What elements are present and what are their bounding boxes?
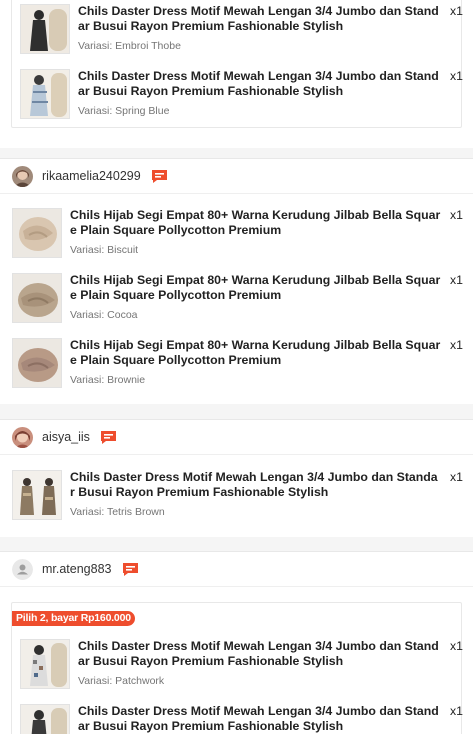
product-thumbnail (12, 470, 62, 520)
product-thumbnail (20, 69, 70, 119)
product-quantity: x1 (450, 273, 463, 287)
product-thumbnail (12, 273, 62, 323)
product-info: Chils Hijab Segi Empat 80+ Warna Kerudun… (62, 273, 441, 321)
seller-header[interactable]: rikaamelia240299 (0, 158, 473, 194)
seller-name: rikaamelia240299 (42, 169, 141, 183)
product-info: Chils Daster Dress Motif Mewah Lengan 3/… (70, 639, 441, 687)
product-info: Chils Hijab Segi Empat 80+ Warna Kerudun… (62, 338, 441, 386)
chat-icon[interactable] (100, 430, 117, 445)
seller-header[interactable]: aisya_iis (0, 419, 473, 455)
product-variant: Variasi: Spring Blue (78, 105, 170, 117)
product-thumbnail (20, 704, 70, 734)
product-thumbnail (20, 639, 70, 689)
product-quantity: x1 (450, 338, 463, 352)
product-variant: Variasi: Tetris Brown (70, 506, 165, 518)
product-title: Chils Daster Dress Motif Mewah Lengan 3/… (78, 4, 439, 33)
product-variant: Variasi: Brownie (70, 374, 146, 386)
order-group-3: Pilih 2, bayar Rp160.000 Chils Daster Dr… (0, 587, 473, 734)
product-item[interactable]: Chils Hijab Segi Empat 80+ Warna Kerudun… (12, 208, 463, 258)
product-variant: Variasi: Patchwork (78, 675, 165, 687)
product-title: Chils Hijab Segi Empat 80+ Warna Kerudun… (70, 338, 441, 367)
product-quantity: x1 (450, 704, 463, 718)
product-info: Chils Daster Dress Motif Mewah Lengan 3/… (70, 704, 441, 734)
product-info: Chils Daster Dress Motif Mewah Lengan 3/… (70, 69, 441, 117)
product-quantity: x1 (450, 208, 463, 222)
product-quantity: x1 (450, 69, 463, 83)
product-item[interactable]: Chils Hijab Segi Empat 80+ Warna Kerudun… (12, 273, 463, 323)
order-group-0: Chils Daster Dress Motif Mewah Lengan 3/… (0, 0, 473, 148)
product-title: Chils Daster Dress Motif Mewah Lengan 3/… (78, 639, 439, 668)
seller-avatar (12, 165, 33, 187)
product-item[interactable]: Chils Daster Dress Motif Mewah Lengan 3/… (20, 704, 463, 734)
seller-avatar (12, 426, 33, 448)
bundle-box: Chils Daster Dress Motif Mewah Lengan 3/… (11, 0, 463, 128)
product-info: Chils Daster Dress Motif Mewah Lengan 3/… (62, 470, 441, 518)
seller-name: aisya_iis (42, 430, 90, 444)
product-title: Chils Hijab Segi Empat 80+ Warna Kerudun… (70, 273, 441, 302)
product-title: Chils Daster Dress Motif Mewah Lengan 3/… (70, 470, 438, 499)
seller-header[interactable]: mr.ateng883 (0, 551, 473, 587)
product-quantity: x1 (450, 470, 463, 484)
promo-badge: Pilih 2, bayar Rp160.000 (12, 611, 135, 626)
seller-name: mr.ateng883 (42, 562, 112, 576)
product-item[interactable]: Chils Daster Dress Motif Mewah Lengan 3/… (20, 4, 463, 54)
product-title: Chils Hijab Segi Empat 80+ Warna Kerudun… (70, 208, 441, 237)
product-quantity: x1 (450, 4, 463, 18)
product-item[interactable]: Chils Daster Dress Motif Mewah Lengan 3/… (20, 69, 463, 119)
product-variant: Variasi: Biscuit (70, 244, 139, 256)
product-thumbnail (12, 338, 62, 388)
product-title: Chils Daster Dress Motif Mewah Lengan 3/… (78, 704, 439, 733)
chat-icon[interactable] (122, 562, 139, 577)
product-quantity: x1 (450, 639, 463, 653)
order-group-2: Chils Daster Dress Motif Mewah Lengan 3/… (0, 455, 473, 537)
chat-icon[interactable] (151, 169, 168, 184)
product-thumbnail (20, 4, 70, 54)
product-variant: Variasi: Cocoa (70, 309, 138, 321)
product-item[interactable]: Chils Hijab Segi Empat 80+ Warna Kerudun… (12, 338, 463, 388)
product-info: Chils Hijab Segi Empat 80+ Warna Kerudun… (62, 208, 441, 256)
seller-avatar (12, 558, 33, 580)
product-item[interactable]: Chils Daster Dress Motif Mewah Lengan 3/… (12, 470, 463, 520)
order-list-page: Chils Daster Dress Motif Mewah Lengan 3/… (0, 0, 473, 734)
product-info: Chils Daster Dress Motif Mewah Lengan 3/… (70, 4, 441, 52)
bundle-box: Pilih 2, bayar Rp160.000 Chils Daster Dr… (11, 602, 463, 734)
product-variant: Variasi: Embroi Thobe (78, 40, 181, 52)
user-icon (12, 558, 33, 580)
product-thumbnail (12, 208, 62, 258)
product-item[interactable]: Chils Daster Dress Motif Mewah Lengan 3/… (20, 639, 463, 689)
product-title: Chils Daster Dress Motif Mewah Lengan 3/… (78, 69, 439, 98)
order-group-1: Chils Hijab Segi Empat 80+ Warna Kerudun… (0, 194, 473, 404)
